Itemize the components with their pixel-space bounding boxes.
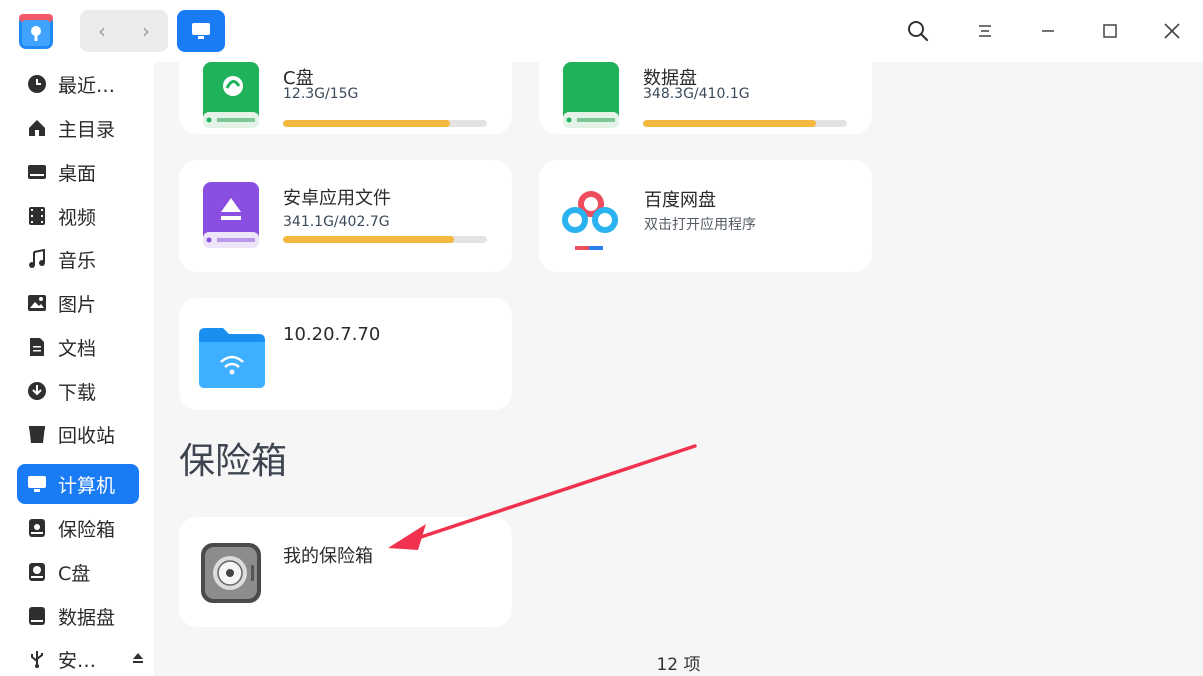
sidebar-item-label: 回收站: [58, 424, 116, 447]
network-folder-icon: [197, 326, 267, 392]
android-files-icon: [201, 180, 261, 256]
sidebar-item-downloads[interactable]: 下载: [17, 371, 139, 411]
image-icon: [26, 292, 48, 314]
sidebar-item-label: 安…: [58, 649, 97, 672]
network-share-card[interactable]: 10.20.7.70: [179, 298, 512, 410]
sidebar-item-label: 视频: [58, 206, 97, 229]
sidebar-item-computer[interactable]: 计算机: [17, 464, 139, 504]
home-icon: [26, 117, 48, 139]
chevron-left-icon: ‹: [98, 19, 106, 43]
main-content: C盘 12.3G/15G 数据盘 348.3G/410.1G 安卓应用文件 34…: [154, 62, 1203, 676]
sidebar-item-desktop[interactable]: 桌面: [17, 152, 139, 192]
forward-button[interactable]: ›: [124, 10, 168, 52]
drive-usage: 12.3G/15G: [283, 86, 359, 102]
clock-icon: [26, 73, 48, 95]
drive-usage-fill: [283, 120, 451, 127]
video-icon: [26, 205, 48, 227]
drive-usage-bar: [283, 236, 487, 243]
sidebar-item-android[interactable]: 安…: [17, 639, 143, 676]
eject-icon[interactable]: [131, 651, 145, 665]
app-logo-icon[interactable]: [18, 11, 54, 51]
sidebar-item-label: 保险箱: [58, 518, 116, 541]
disk-icon: [26, 561, 48, 583]
sidebar-item-trash[interactable]: 回收站: [17, 414, 139, 454]
sidebar-item-label: 下载: [58, 381, 97, 404]
app-subtitle: 双击打开应用程序: [644, 217, 756, 233]
sidebar-item-pictures[interactable]: 图片: [17, 283, 139, 323]
data-drive-card[interactable]: 数据盘 348.3G/410.1G: [539, 62, 872, 134]
trash-icon: [26, 423, 48, 445]
my-vault-card[interactable]: 我的保险箱: [179, 517, 512, 627]
drive-usage: 341.1G/402.7G: [283, 214, 390, 230]
sidebar-item-label: 最近…: [58, 74, 116, 97]
usb-icon: [26, 648, 48, 670]
search-icon[interactable]: [903, 16, 933, 46]
menu-icon[interactable]: [970, 16, 1000, 46]
document-icon: [26, 336, 48, 358]
music-icon: [26, 248, 48, 270]
minimize-icon[interactable]: [1033, 16, 1063, 46]
sidebar-item-label: C盘: [58, 562, 91, 585]
sidebar-item-home[interactable]: 主目录: [17, 108, 139, 148]
chevron-right-icon: ›: [142, 19, 150, 43]
sidebar-item-videos[interactable]: 视频: [17, 196, 139, 236]
monitor-icon: [192, 23, 210, 39]
sidebar: 最近… 主目录 桌面 视频 音乐 图片 文档 下载 回收站 计算机 保险箱 C盘…: [0, 62, 154, 676]
sidebar-item-label: 图片: [58, 293, 97, 316]
sidebar-item-label: 计算机: [58, 474, 116, 497]
android-files-card[interactable]: 安卓应用文件 341.1G/402.7G: [179, 160, 512, 272]
drive-usage-bar: [643, 120, 847, 127]
maximize-icon[interactable]: [1095, 16, 1125, 46]
drive-usage-fill: [643, 120, 817, 127]
sidebar-item-label: 主目录: [58, 118, 116, 141]
sidebar-item-c-drive[interactable]: C盘: [17, 552, 139, 592]
drive-usage-bar: [283, 120, 487, 127]
computer-view-button[interactable]: [177, 10, 225, 52]
computer-icon: [26, 473, 48, 495]
item-count-status: 12 项: [656, 655, 701, 675]
drive-usage: 348.3G/410.1G: [643, 86, 750, 102]
c-drive-icon: [201, 62, 261, 136]
baidu-netdisk-icon: [557, 188, 623, 262]
vault-icon: [26, 517, 48, 539]
navigation-buttons: ‹ ›: [80, 10, 168, 52]
c-drive-card[interactable]: C盘 12.3G/15G: [179, 62, 512, 134]
back-button[interactable]: ‹: [80, 10, 124, 52]
sidebar-item-data-drive[interactable]: 数据盘: [17, 596, 139, 636]
drive-usage-fill: [283, 236, 455, 243]
file-manager-window: ‹ › 最近… 主目录 桌面 视频 音乐 图片 文档 下载 回收站 计算机 保险…: [0, 0, 1203, 676]
sidebar-item-music[interactable]: 音乐: [17, 239, 139, 279]
desktop-icon: [26, 161, 48, 183]
sidebar-item-documents[interactable]: 文档: [17, 327, 139, 367]
baidu-netdisk-card[interactable]: 百度网盘 双击打开应用程序: [539, 160, 872, 272]
app-title: 百度网盘: [644, 190, 716, 211]
sidebar-item-label: 文档: [58, 337, 97, 360]
network-address: 10.20.7.70: [283, 324, 381, 345]
vault-title: 我的保险箱: [283, 546, 373, 567]
sidebar-item-vault[interactable]: 保险箱: [17, 508, 139, 548]
download-icon: [26, 380, 48, 402]
drive-title: 安卓应用文件: [283, 188, 391, 209]
sidebar-item-label: 数据盘: [58, 606, 116, 629]
sidebar-item-label: 桌面: [58, 162, 97, 185]
title-bar: ‹ ›: [0, 0, 1203, 62]
data-drive-icon: [561, 62, 621, 136]
section-title-vault: 保险箱: [179, 441, 288, 482]
sidebar-item-label: 音乐: [58, 249, 97, 272]
sidebar-item-recent[interactable]: 最近…: [17, 64, 139, 104]
disk-icon: [26, 605, 48, 627]
safe-icon: [199, 541, 263, 609]
close-icon[interactable]: [1157, 16, 1187, 46]
